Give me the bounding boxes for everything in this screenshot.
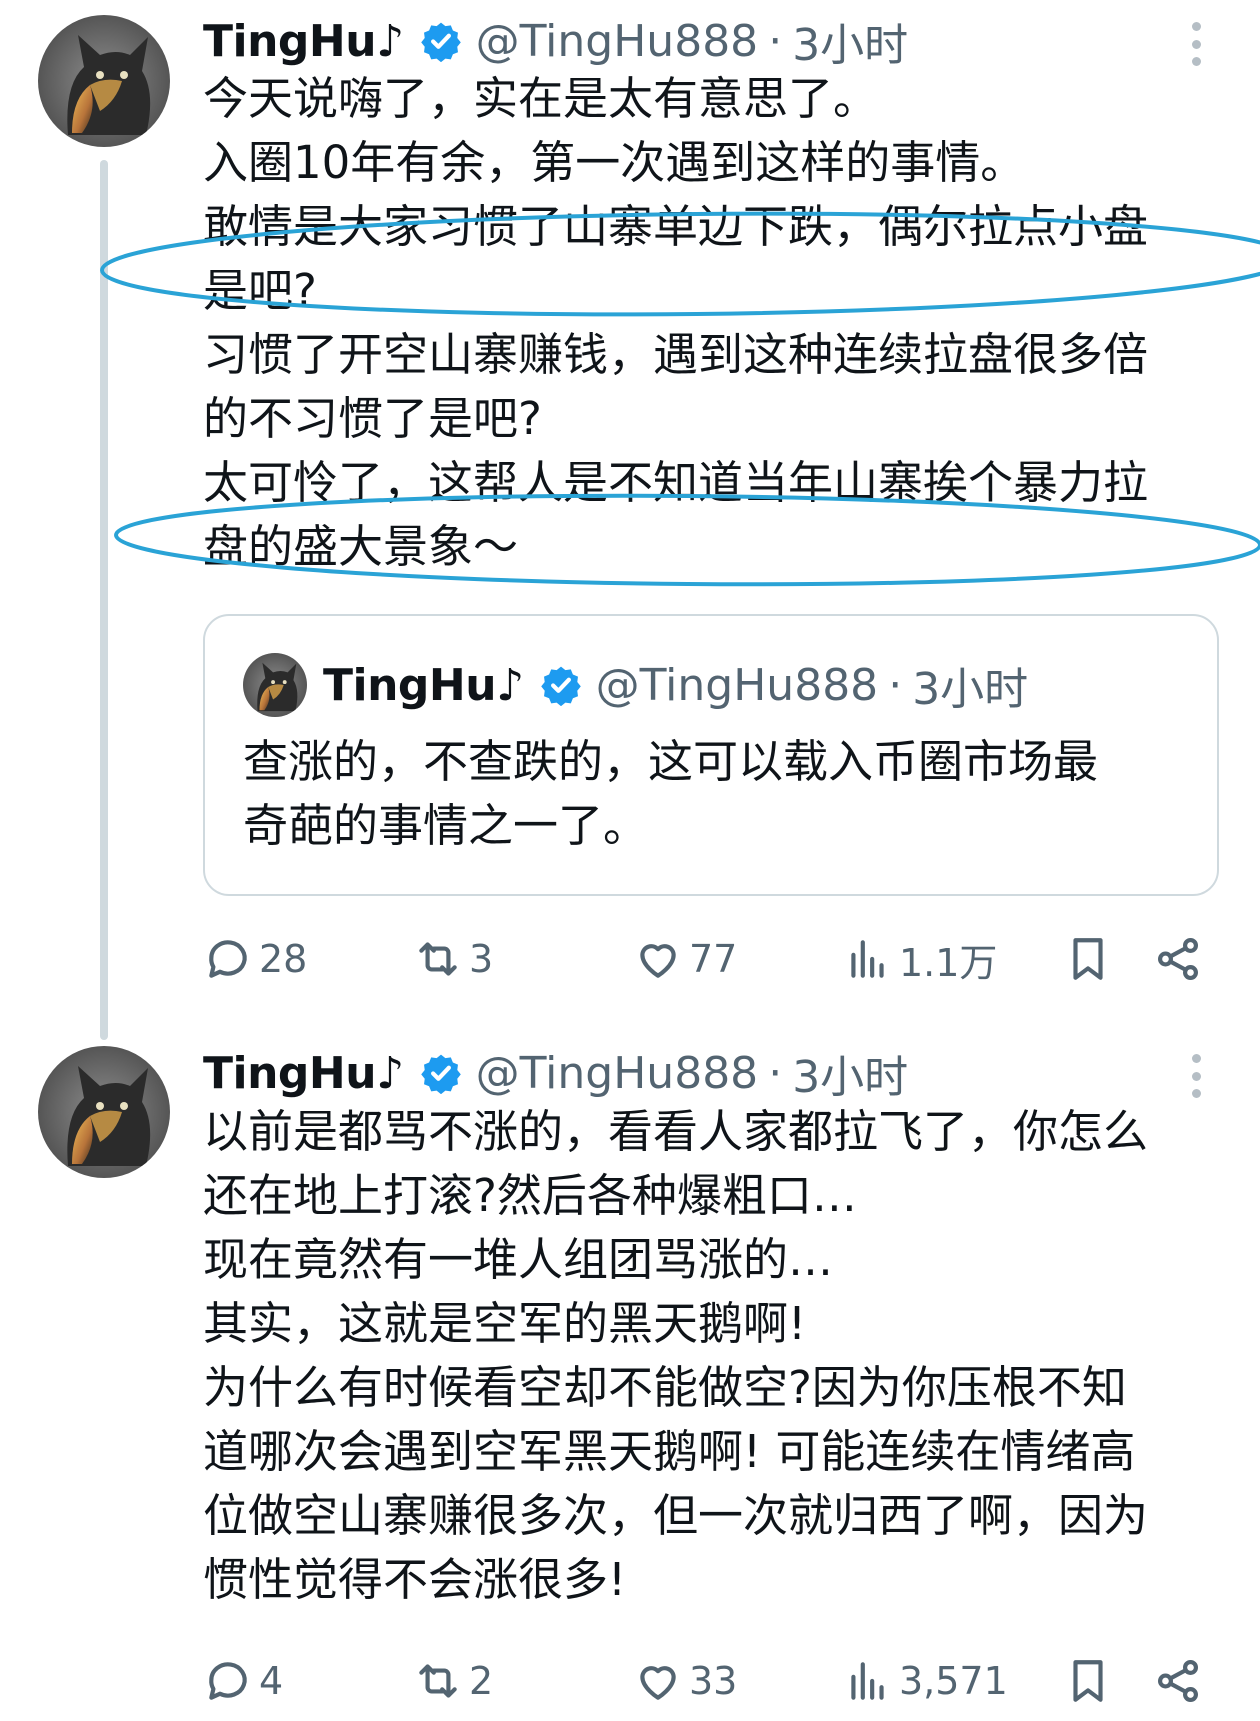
thread-connector [100, 160, 108, 1040]
repost-count: 3 [469, 937, 494, 981]
verified-badge-icon [420, 22, 461, 62]
share-icon [1158, 937, 1198, 981]
reply-button[interactable]: 28 [203, 924, 307, 994]
cat-avatar-image [38, 15, 170, 147]
views-button[interactable]: 1.1万 [843, 924, 997, 994]
like-count: 33 [689, 1659, 738, 1703]
share-button[interactable] [1153, 924, 1203, 994]
reply-count: 28 [259, 937, 308, 981]
verified-badge-icon [420, 1054, 461, 1094]
heart-icon [640, 1666, 676, 1700]
repost-button[interactable]: 2 [413, 1646, 493, 1716]
reply-count: 4 [259, 1659, 284, 1703]
like-button[interactable]: 33 [633, 1646, 737, 1716]
tweet-header: TingHu♪ @TingHu888 · 3小时 [203, 1040, 908, 1106]
quoted-tweet-text: 查涨的，不查跌的，这可以载入币圈市场最 奇葩的事情之一了。 [243, 735, 1099, 852]
reply-button[interactable]: 4 [203, 1646, 283, 1716]
display-name[interactable]: TingHu♪ [203, 1048, 404, 1099]
share-button[interactable] [1153, 1646, 1203, 1716]
more-options-icon[interactable] [1176, 14, 1216, 74]
bookmark-button[interactable] [1063, 924, 1113, 994]
quoted-avatar [243, 653, 307, 717]
views-button[interactable]: 3,571 [843, 1646, 1008, 1716]
quoted-display-name: TingHu♪ [323, 659, 524, 711]
cat-avatar-image [38, 1046, 170, 1178]
repost-button[interactable]: 3 [413, 924, 493, 994]
views-icon [851, 1662, 884, 1700]
bookmark-icon [1073, 1660, 1103, 1702]
views-icon [851, 940, 884, 978]
avatar[interactable] [38, 15, 170, 147]
user-handle[interactable]: @TingHu888 [476, 16, 759, 67]
heart-icon [640, 944, 676, 978]
user-handle[interactable]: @TingHu888 [476, 1048, 759, 1099]
repost-icon [419, 1664, 457, 1698]
repost-count: 2 [469, 1659, 494, 1703]
timestamp[interactable]: 3小时 [792, 9, 908, 73]
repost-icon [419, 942, 457, 976]
separator-dot: · [888, 659, 903, 711]
tweet-text: 今天说嗨了，实在是太有意思了。 入圈10年有余，第一次遇到这样的事情。 敢情是大… [203, 72, 1149, 573]
quoted-timestamp: 3小时 [912, 664, 1029, 715]
tweet-header: TingHu♪ @TingHu888 · 3小时 [203, 8, 908, 74]
quoted-tweet-header: TingHu♪ @TingHu888 · 3小时 [323, 652, 1028, 718]
more-options-icon[interactable] [1176, 1046, 1216, 1106]
like-count: 77 [689, 937, 738, 981]
reply-icon [209, 1662, 247, 1700]
action-bar: 4 2 33 3,571 [203, 1646, 1233, 1716]
quoted-tweet[interactable]: TingHu♪ @TingHu888 · 3小时 查涨的，不查跌的，这可以载入币… [203, 614, 1219, 896]
separator-dot: · [768, 15, 783, 67]
reply-icon [209, 940, 247, 978]
timestamp[interactable]: 3小时 [792, 1041, 908, 1105]
tweet-text: 以前是都骂不涨的，看看人家都拉飞了，你怎么 还在地上打滚?然后各种爆粗口… 现在… [203, 1105, 1149, 1606]
cat-avatar-image [243, 653, 307, 717]
quoted-user-handle: @TingHu888 [595, 659, 879, 711]
avatar[interactable] [38, 1046, 170, 1178]
view-count: 1.1万 [899, 940, 998, 985]
action-bar: 28 3 77 1.1万 [203, 924, 1233, 994]
like-button[interactable]: 77 [633, 924, 737, 994]
separator-dot: · [768, 1047, 783, 1099]
bookmark-button[interactable] [1063, 1646, 1113, 1716]
view-count: 3,571 [899, 1659, 1008, 1703]
verified-badge-icon [540, 666, 581, 706]
share-icon [1158, 1659, 1198, 1703]
display-name[interactable]: TingHu♪ [203, 16, 404, 67]
bookmark-icon [1073, 938, 1103, 980]
